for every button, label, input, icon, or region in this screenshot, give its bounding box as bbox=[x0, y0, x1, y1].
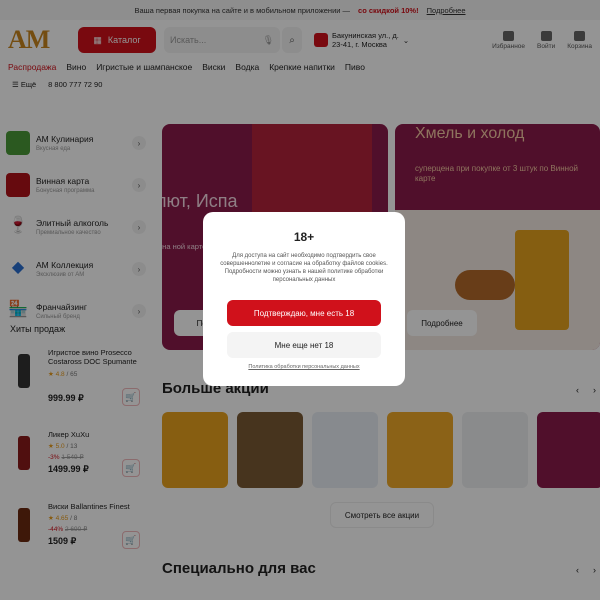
modal-text: Для доступа на сайт необходимо подтверди… bbox=[220, 253, 388, 283]
privacy-policy-link[interactable]: Политика обработки персональных данных bbox=[203, 364, 405, 370]
modal-title: 18+ bbox=[293, 230, 315, 244]
confirm-age-button[interactable]: Подтверждаю, мне есть 18 bbox=[227, 300, 381, 326]
page: Ваша первая покупка на сайте и в мобильн… bbox=[0, 0, 600, 600]
age-verification-modal: 18+ Для доступа на сайт необходимо подтв… bbox=[203, 212, 405, 386]
deny-age-button[interactable]: Мне еще нет 18 bbox=[227, 332, 381, 358]
